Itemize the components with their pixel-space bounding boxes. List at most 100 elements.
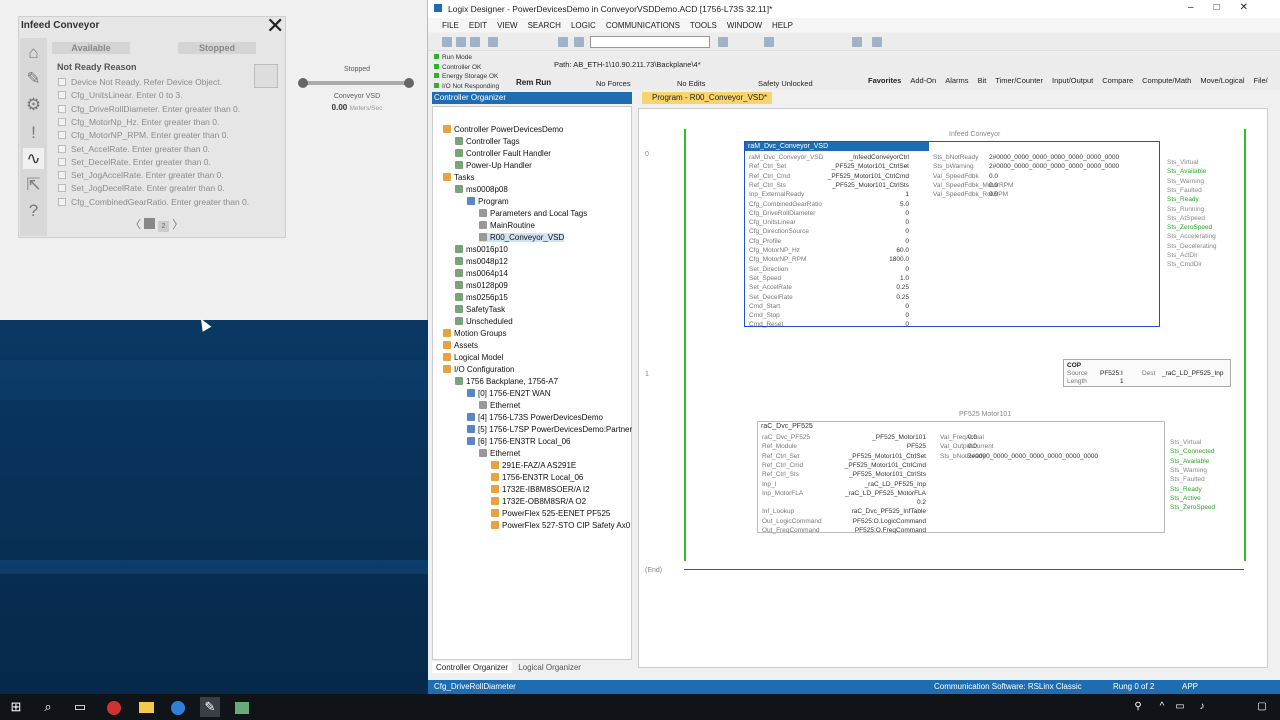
tree-item[interactable]: Controller Fault Handler [455, 149, 551, 158]
fb-input-value[interactable]: 0 [819, 219, 909, 226]
menu-communications[interactable]: COMMUNICATIONS [606, 21, 680, 30]
tab-available[interactable]: Available [52, 42, 130, 54]
wrench-icon[interactable]: ✎ [23, 68, 44, 89]
page-2-indicator[interactable]: 2 [158, 221, 170, 232]
task-view-icon[interactable]: ▭ [70, 697, 90, 717]
page-1-indicator[interactable] [144, 218, 156, 229]
help-icon[interactable]: ? [23, 200, 44, 221]
tree-item[interactable]: MainRoutine [479, 221, 535, 230]
reset-button[interactable] [254, 64, 278, 88]
fb-input-value[interactable]: _PF525_Motor101_CtrlSet [819, 163, 909, 170]
tree-item[interactable]: ms0008p08 [455, 185, 508, 194]
tree-item[interactable]: [0] 1756-EN2T WAN [467, 389, 550, 398]
tree-item[interactable]: Unscheduled [455, 317, 513, 326]
menu-window[interactable]: WINDOW [727, 21, 762, 30]
fb-input-value[interactable]: raC_Dvc_PF525_InfTable [826, 508, 926, 515]
fb-input-value[interactable]: 0 [819, 321, 909, 328]
tab-logical-organizer[interactable]: Logical Organizer [514, 662, 585, 673]
tree-item[interactable]: Controller Tags [455, 137, 520, 146]
instruction-tab[interactable]: Compute/Math [1142, 76, 1191, 85]
fb-input-value[interactable]: _PF525_Motor101_CtrlSet [826, 453, 926, 460]
gear-icon[interactable]: ⚙ [23, 94, 44, 115]
instruction-tab[interactable]: File/ [1254, 76, 1268, 85]
tree-item[interactable]: Assets [443, 341, 478, 350]
menu-view[interactable]: VIEW [497, 21, 517, 30]
instruction-tab[interactable]: Favorites [868, 76, 901, 85]
file-explorer-icon[interactable] [136, 697, 156, 717]
menu-file[interactable]: FILE [442, 21, 459, 30]
tree-item[interactable]: ms0128p09 [455, 281, 508, 290]
fb-input-value[interactable]: 0.25 [819, 294, 909, 301]
fb-input-value[interactable]: _PF525_Motor101_CtrlCmd [819, 173, 909, 180]
notification-icon[interactable]: ▢ [1252, 697, 1272, 717]
undo-icon[interactable] [558, 37, 568, 47]
tree-item[interactable]: 1756-EN3TR Local_06 [491, 473, 583, 482]
display-icon[interactable]: ▭ [1170, 697, 1190, 717]
fb-input-value[interactable]: 0 [819, 210, 909, 217]
network-icon[interactable]: ⚲ [1128, 697, 1148, 717]
tree-item[interactable]: 291E-FAZ/A AS291E [491, 461, 576, 470]
fb-input-value[interactable]: 1.0 [819, 275, 909, 282]
tree-item[interactable]: Tasks [443, 173, 474, 182]
redo-icon[interactable] [574, 37, 584, 47]
forces-status[interactable]: No Forces [596, 79, 631, 88]
instruction-tab[interactable]: Add-On [910, 76, 936, 85]
tree-item[interactable]: Program [467, 197, 509, 206]
tree-item[interactable]: SafetyTask [455, 305, 505, 314]
logix-designer-taskbar-icon[interactable]: ✎ [200, 697, 220, 717]
tree-item[interactable]: ms0048p12 [455, 257, 508, 266]
instruction-tab[interactable]: Move/Logical [1200, 76, 1244, 85]
instruction-tab[interactable]: Alarms [945, 76, 968, 85]
window-controls[interactable]: –□✕ [1188, 2, 1268, 13]
prev-page-icon[interactable]: 〈 [130, 219, 141, 231]
fb-input-value[interactable]: PF525 [826, 443, 926, 450]
fb-input-value[interactable]: _InfeedConveyorCtrl [819, 154, 909, 161]
factorytalk-icon[interactable] [104, 697, 124, 717]
safety-status[interactable]: Safety Unlocked [758, 79, 813, 88]
volume-icon[interactable]: ♪ [1192, 697, 1212, 717]
fb-input-value[interactable]: _raC_LD_PF525_Inp [826, 481, 926, 488]
tab-controller-organizer[interactable]: Controller Organizer [432, 662, 513, 673]
tree-item[interactable]: [6] 1756-EN3TR Local_06 [467, 437, 571, 446]
fb-input-value[interactable]: 1800.0 [819, 256, 909, 263]
zoom-icon[interactable] [852, 37, 862, 47]
browser-icon[interactable] [168, 697, 188, 717]
tree-item[interactable]: 1732E-OB8M8SR/A O2 [491, 497, 586, 506]
menu-edit[interactable]: EDIT [469, 21, 487, 30]
alarm-icon[interactable]: ! [23, 122, 44, 143]
cop-instruction[interactable]: COP Source PF525:I Length 1 Dest _raC_LD… [1063, 359, 1231, 387]
tree-item[interactable]: [4] 1756-L73S PowerDevicesDemo [467, 413, 603, 422]
instruction-tab[interactable]: Input/Output [1052, 76, 1093, 85]
tab-program[interactable]: Program - R00_Conveyor_VSD* [642, 92, 772, 104]
tree-item[interactable]: ms0016p10 [455, 245, 508, 254]
fb-input-value[interactable]: 0.25 [819, 284, 909, 291]
search-combo[interactable] [590, 36, 710, 48]
fb-input-value[interactable]: 0 [819, 312, 909, 319]
tree-item[interactable]: PowerFlex 527-STO CIP Safety Ax0 [491, 521, 630, 530]
fb-pf525[interactable]: raC_Dvc_PF525 raC_Dvc_PF525 _PF525_Motor1… [757, 421, 1165, 534]
next-page-icon[interactable]: 〉 [172, 219, 183, 231]
instruction-tab[interactable]: Compare [1102, 76, 1133, 85]
tree-item[interactable]: R00_Conveyor_VSD [479, 233, 565, 242]
window-icon[interactable] [872, 37, 882, 47]
fb-input-value[interactable]: 60.0 [819, 247, 909, 254]
print-icon[interactable] [488, 37, 498, 47]
find-icon[interactable] [718, 37, 728, 47]
tree-item[interactable]: I/O Configuration [443, 365, 514, 374]
tray-chevron-icon[interactable]: ^ [1152, 697, 1172, 717]
fb-input-value[interactable]: 0 [819, 228, 909, 235]
new-icon[interactable] [442, 37, 452, 47]
tree-item[interactable]: ms0064p14 [455, 269, 508, 278]
popout-icon[interactable]: ⇱ [23, 174, 44, 195]
fb-input-value[interactable]: _PF525_Motor101 [826, 434, 926, 441]
path-field[interactable]: Path: AB_ETH-1\10.90.211.73\Backplane\4* [554, 60, 701, 69]
rslinx-icon[interactable] [232, 697, 252, 717]
tree-item[interactable]: 1732E-IB8M8SOER/A I2 [491, 485, 590, 494]
close-icon[interactable]: ✕ [266, 15, 284, 37]
fb-input-value[interactable]: PF525:O.FreqCommand [826, 527, 926, 534]
edits-status[interactable]: No Edits [677, 79, 705, 88]
menu-help[interactable]: HELP [772, 21, 793, 30]
fb-input-value[interactable]: 0 [819, 238, 909, 245]
fb-input-value[interactable]: _PF525_Motor101_CtrlCmd [826, 462, 926, 469]
tree-item[interactable]: PowerFlex 525-EENET PF525 [491, 509, 610, 518]
